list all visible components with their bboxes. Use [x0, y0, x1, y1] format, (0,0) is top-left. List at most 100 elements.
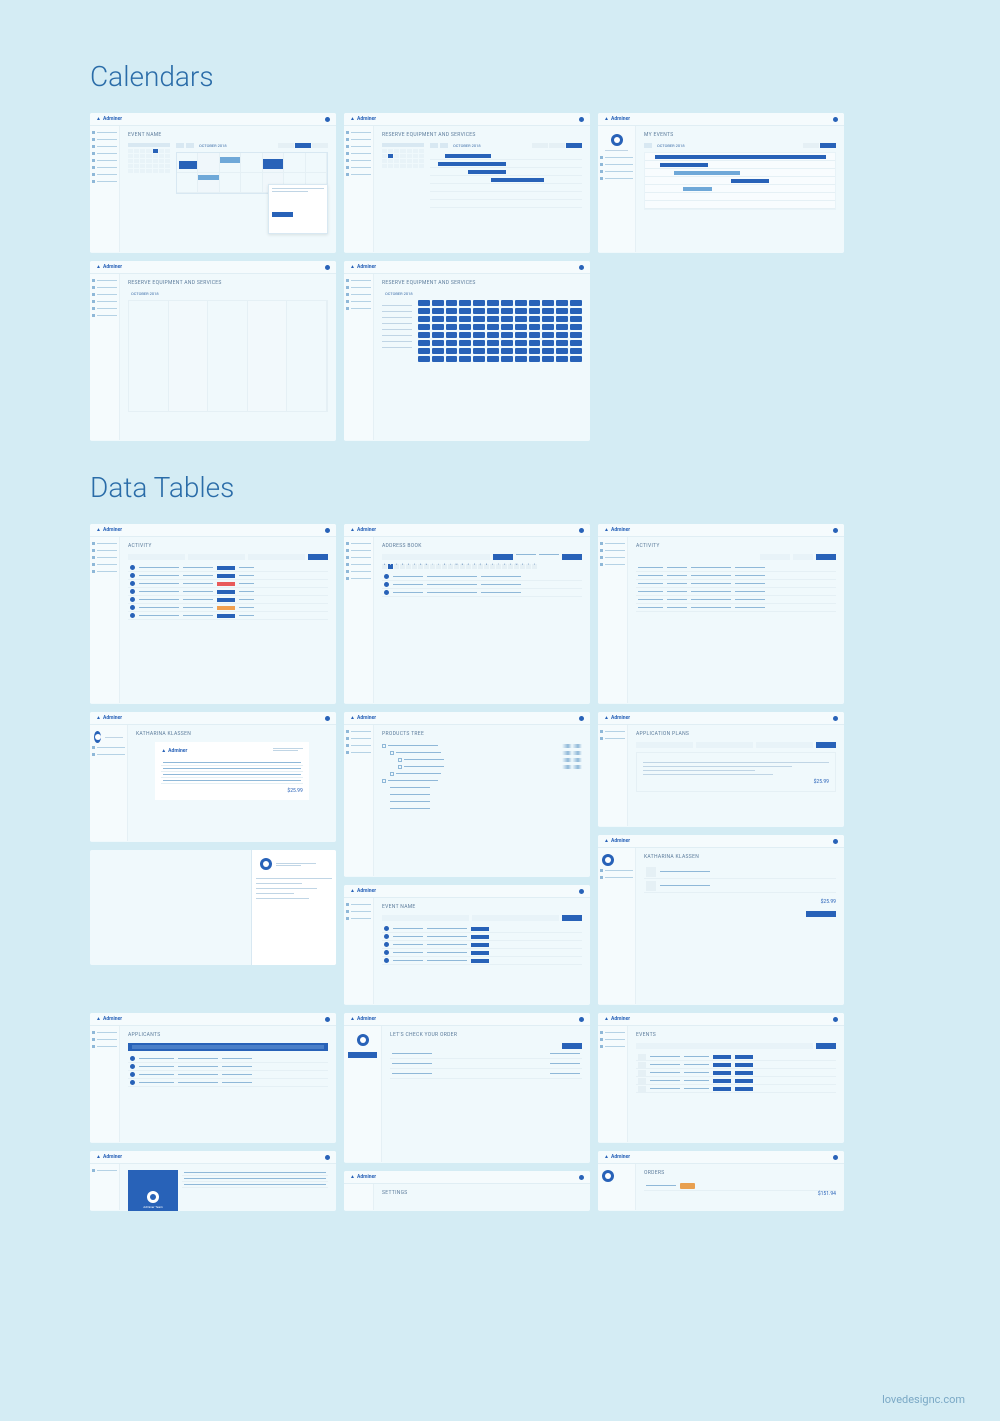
sidebar-nav[interactable] [598, 1026, 628, 1142]
search-button[interactable] [816, 1043, 836, 1049]
thumb-settings[interactable]: Adminer SETTINGS [344, 1171, 590, 1211]
event-popover[interactable] [268, 184, 328, 234]
applicants-table[interactable] [128, 1055, 328, 1087]
thumb-profile-drawer[interactable] [90, 850, 336, 965]
thumb-profile-order[interactable]: Adminer KATHARINA KLASSEN $25.99 [598, 835, 844, 1005]
sidebar-nav[interactable] [90, 537, 120, 703]
sidebar-profile[interactable] [598, 848, 636, 1004]
search-bar[interactable] [128, 1043, 328, 1051]
thumb-applicants[interactable]: Adminer APPLICANTS [90, 1013, 336, 1143]
user-avatar-icon[interactable] [325, 1155, 330, 1160]
view-month[interactable] [566, 143, 582, 148]
view-month[interactable] [312, 143, 328, 148]
data-table[interactable] [382, 925, 582, 965]
user-avatar-icon[interactable] [325, 117, 330, 122]
user-avatar-icon[interactable] [579, 889, 584, 894]
sidebar-nav[interactable] [598, 537, 628, 703]
sidebar-nav[interactable] [344, 274, 374, 440]
user-avatar-icon[interactable] [579, 265, 584, 270]
thumb-event-table[interactable]: Adminer EVENT NAME [344, 885, 590, 1005]
thumb-calendar-reserve[interactable]: Adminer RESERVE EQUIPMENT AND SERVICES [344, 113, 590, 253]
expand-icon[interactable] [390, 751, 394, 755]
timeslot-grid[interactable] [128, 300, 328, 412]
data-table[interactable] [636, 564, 836, 612]
action-button[interactable] [348, 1052, 378, 1058]
sidebar-nav[interactable] [344, 126, 374, 252]
user-avatar-icon[interactable] [325, 528, 330, 533]
search-button[interactable] [562, 915, 582, 921]
user-avatar-icon[interactable] [833, 839, 838, 844]
user-avatar-icon[interactable] [579, 528, 584, 533]
gantt-chart[interactable] [644, 152, 836, 210]
prev-button[interactable] [644, 143, 652, 148]
thumb-invoice[interactable]: Adminer KATHARINA KLASSEN Adminer [90, 712, 336, 842]
filter-button[interactable] [308, 554, 328, 560]
user-avatar-icon[interactable] [833, 1017, 838, 1022]
sidebar-nav[interactable] [90, 1164, 120, 1210]
sidebar-nav[interactable] [344, 537, 374, 703]
alphabet-filter[interactable]: ABCDEFGHIJKLMNOPQRSTUVWXYZ [382, 564, 582, 569]
thumb-activity-simple[interactable]: Adminer ACTIVITY [598, 524, 844, 704]
gantt-chart[interactable] [430, 152, 582, 208]
today-button[interactable] [440, 143, 448, 148]
sidebar-nav[interactable] [90, 1026, 120, 1142]
tree-table[interactable] [382, 742, 582, 812]
thumb-address-book[interactable]: Adminer ADDRESS BOOK ABCDEFGHIJKLMNOPQRS… [344, 524, 590, 704]
order-items[interactable]: $25.99 [644, 865, 836, 905]
expand-icon[interactable] [390, 772, 394, 776]
prev-button[interactable] [430, 143, 438, 148]
sidebar-profile[interactable] [598, 1164, 636, 1210]
events-table[interactable] [636, 1053, 836, 1093]
thumb-calendar-year[interactable]: Adminer RESERVE EQUIPMENT AND SERVICES O… [344, 261, 590, 441]
thumb-app-plans[interactable]: Adminer APPLICATION PLANS $25.99 [598, 712, 844, 827]
sidebar-nav[interactable] [90, 126, 120, 252]
thumb-checkout[interactable]: Adminer LET'S CHECK YOUR ORDER [344, 1013, 590, 1163]
user-avatar-icon[interactable] [325, 265, 330, 270]
thumb-team-card[interactable]: Adminer Adminer Team [90, 1151, 336, 1211]
thumb-calendar-myevents[interactable]: Adminer MY EVENTS OCTOBER 2018 [598, 113, 844, 253]
user-avatar-icon[interactable] [579, 716, 584, 721]
contacts-table[interactable] [382, 573, 582, 597]
side-drawer[interactable] [251, 850, 336, 965]
team-profile-card[interactable]: Adminer Team [128, 1170, 178, 1211]
user-avatar-icon[interactable] [579, 1017, 584, 1022]
prev-button[interactable] [176, 143, 184, 148]
view-week[interactable] [803, 143, 819, 148]
expand-icon[interactable] [398, 765, 402, 769]
checkout-button[interactable] [806, 911, 836, 917]
sidebar-nav[interactable] [598, 725, 628, 826]
thumb-products-tree[interactable]: Adminer PRODUCTS TREE [344, 712, 590, 877]
plan-card[interactable]: $25.99 [636, 752, 836, 792]
sidebar-nav[interactable] [344, 898, 374, 1004]
sidebar-profile[interactable] [90, 725, 128, 841]
user-avatar-icon[interactable] [833, 716, 838, 721]
filter-button[interactable] [816, 554, 836, 560]
place-order-button[interactable] [562, 1043, 582, 1049]
expand-icon[interactable] [398, 758, 402, 762]
today-button[interactable] [186, 143, 194, 148]
add-button[interactable] [816, 742, 836, 748]
add-button[interactable] [562, 554, 582, 560]
sidebar-profile[interactable] [598, 126, 636, 252]
search-button[interactable] [493, 554, 513, 560]
thumb-calendar-event[interactable]: Adminer EVENT NAME [90, 113, 336, 253]
mini-calendar[interactable] [128, 143, 170, 194]
thumb-activity-table[interactable]: Adminer ACTIVITY [90, 524, 336, 704]
sidebar-profile[interactable] [344, 1026, 382, 1162]
user-avatar-icon[interactable] [579, 1175, 584, 1180]
thumb-calendar-slots[interactable]: Adminer RESERVE EQUIPMENT AND SERVICES O… [90, 261, 336, 441]
filter-bar[interactable] [128, 554, 328, 560]
expand-icon[interactable] [382, 744, 386, 748]
user-avatar-icon[interactable] [579, 117, 584, 122]
availability-grid[interactable] [418, 300, 582, 362]
user-avatar-icon[interactable] [833, 1155, 838, 1160]
expand-icon[interactable] [382, 779, 386, 783]
view-week[interactable] [295, 143, 311, 148]
thumb-orders[interactable]: Adminer ORDERS $151.94 [598, 1151, 844, 1211]
sidebar-nav[interactable] [344, 725, 374, 876]
view-month[interactable] [820, 143, 836, 148]
user-avatar-icon[interactable] [325, 1017, 330, 1022]
view-week[interactable] [549, 143, 565, 148]
view-day[interactable] [532, 143, 548, 148]
thumb-events-list[interactable]: Adminer EVENTS [598, 1013, 844, 1143]
